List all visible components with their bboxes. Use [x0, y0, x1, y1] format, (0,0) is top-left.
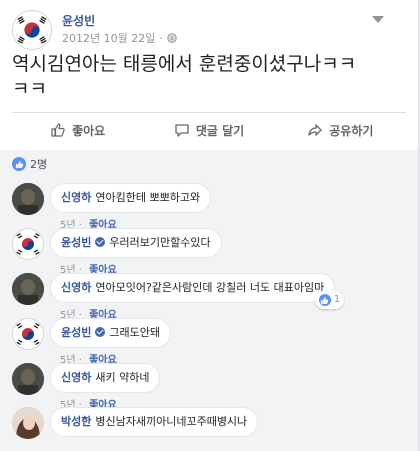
post-header: 윤성빈 2012년 10월 22일 · — [12, 10, 392, 50]
post-date[interactable]: 2012년 10월 22일 — [62, 30, 155, 46]
post-card: 윤성빈 2012년 10월 22일 · 역시김연아는 태릉에서 훈련중이셨구나ㅋ… — [0, 0, 419, 451]
like-button-label: 좋아요 — [72, 123, 106, 138]
commenter-avatar[interactable] — [12, 273, 44, 305]
commenter-name[interactable]: 윤성빈 — [61, 236, 91, 249]
globe-icon[interactable] — [167, 33, 177, 43]
commenter-name[interactable]: 박성한 — [61, 415, 91, 428]
avatar-photo — [12, 363, 44, 395]
flag-avatar — [13, 11, 51, 49]
commenter-avatar[interactable] — [12, 318, 44, 350]
post-text-line-1: 역시김연아는 태릉에서 훈련중이셨구나ㅋㅋ — [12, 53, 357, 75]
comment-text: 새키 약하네 — [95, 371, 150, 384]
verified-badge-icon — [95, 237, 106, 247]
avatar-photo — [12, 273, 44, 305]
flag-avatar — [12, 228, 44, 260]
commenter-avatar[interactable] — [12, 228, 44, 260]
comment-button-label: 댓글 달기 — [195, 123, 245, 138]
divider — [12, 112, 406, 113]
flag-avatar — [12, 318, 44, 350]
reactions-summary[interactable]: 2명 — [12, 156, 47, 172]
commenter-name[interactable]: 윤성빈 — [61, 326, 91, 339]
post-meta: 2012년 10월 22일 · — [62, 30, 177, 46]
commenter-avatar[interactable] — [12, 363, 44, 395]
comment-text: 그래도안돼 — [109, 326, 160, 339]
share-button[interactable]: 공유하기 — [275, 118, 406, 142]
comments-section: 2명 신영하 연아킴한테 뽀뽀하고와 5년 · 좋아요 윤성빈 우러러보기만할수… — [0, 150, 418, 451]
share-button-label: 공유하기 — [329, 123, 374, 138]
thumbs-up-icon — [51, 123, 65, 137]
commenter-name[interactable]: 신영하 — [61, 281, 91, 294]
comment-text: 우러러보기만할수있다 — [109, 236, 211, 249]
post-text: 역시김연아는 태릉에서 훈련중이셨구나ㅋㅋ ㅋㅋ — [12, 52, 402, 102]
avatar-photo — [12, 183, 44, 215]
comment-bubble: 신영하 연아모잇어?같은사람인데 강칠러 너도 대표아임마 1 — [50, 273, 345, 309]
comment-reaction-count[interactable]: 1 — [314, 291, 345, 309]
like-button[interactable]: 좋아요 — [12, 118, 143, 142]
comment-text: 연아모잇어?같은사람인데 강칠러 너도 대표아임마 — [95, 281, 325, 294]
reaction-number: 1 — [333, 294, 341, 305]
author-avatar[interactable] — [12, 10, 52, 50]
post-text-line-2: ㅋㅋ — [12, 78, 47, 100]
comment-icon — [175, 124, 189, 137]
like-reaction-icon — [318, 294, 331, 306]
comment-bubble: 신영하 연아킴한테 뽀뽀하고와 — [50, 183, 212, 213]
action-bar: 좋아요 댓글 달기 공유하기 — [12, 118, 406, 142]
commenter-avatar[interactable] — [12, 183, 44, 215]
comment-bubble: 박성한 병신남자새끼아니네꼬주때병시나 — [50, 407, 259, 437]
comment-bubble: 신영하 새키 약하네 — [50, 363, 161, 393]
comment-text: 연아킴한테 뽀뽀하고와 — [95, 191, 201, 204]
comment-bubble: 윤성빈 우러러보기만할수있다 — [50, 228, 222, 258]
commenter-name[interactable]: 신영하 — [61, 191, 91, 204]
comment-button[interactable]: 댓글 달기 — [143, 118, 274, 142]
commenter-avatar[interactable] — [12, 407, 44, 439]
like-reaction-icon — [12, 157, 26, 171]
comment-bubble: 윤성빈 그래도안돼 — [50, 318, 171, 348]
reactions-count: 2명 — [30, 158, 48, 171]
commenter-name[interactable]: 신영하 — [61, 371, 91, 384]
share-icon — [308, 124, 322, 136]
avatar-photo — [12, 407, 44, 439]
verified-badge-icon — [95, 327, 106, 337]
post-author-name[interactable]: 윤성빈 — [62, 12, 95, 29]
chevron-down-icon[interactable] — [372, 16, 384, 23]
comment-text: 병신남자새끼아니네꼬주때병시나 — [95, 415, 248, 428]
